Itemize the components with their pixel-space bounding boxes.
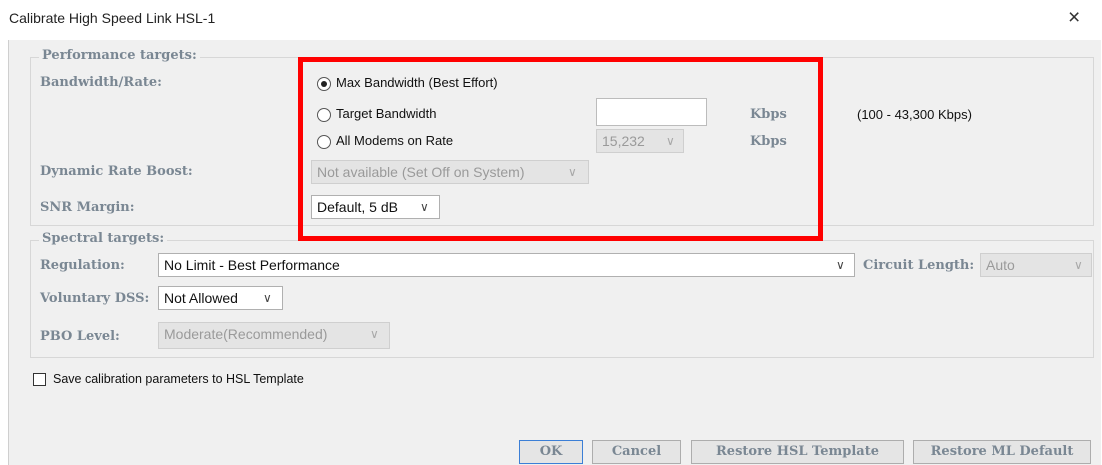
pbo-level-value: Moderate(Recommended) — [164, 326, 328, 342]
chevron-down-icon: ∨ — [420, 200, 429, 214]
ok-button[interactable]: OK — [519, 440, 583, 464]
target-bandwidth-radio[interactable] — [317, 108, 331, 122]
chevron-down-icon: ∨ — [263, 291, 272, 305]
title-bar: Calibrate High Speed Link HSL-1 × — [0, 0, 1102, 40]
pbo-level-select[interactable]: Moderate(Recommended) ∨ — [158, 322, 390, 349]
radio-selected-dot — [321, 81, 327, 87]
snr-margin-select[interactable]: Default, 5 dB ∨ — [311, 195, 440, 219]
bandwidth-rate-label: Bandwidth/Rate: — [40, 75, 162, 90]
chevron-down-icon: ∨ — [836, 258, 845, 272]
target-bandwidth-label[interactable]: Target Bandwidth — [336, 106, 436, 121]
all-modems-rate-select[interactable]: 15,232 ∨ — [596, 129, 684, 153]
chevron-down-icon: ∨ — [370, 327, 379, 341]
all-modems-radio[interactable] — [317, 135, 331, 149]
target-bandwidth-input[interactable] — [596, 98, 707, 126]
dynamic-rate-boost-label: Dynamic Rate Boost: — [40, 164, 193, 179]
pbo-level-label: PBO Level: — [40, 329, 120, 344]
restore-ml-default-button[interactable]: Restore ML Default — [913, 440, 1091, 464]
chevron-down-icon: ∨ — [1074, 258, 1083, 272]
regulation-select[interactable]: No Limit - Best Performance ∨ — [158, 253, 855, 277]
all-modems-unit: Kbps — [750, 134, 787, 149]
dynamic-rate-boost-select[interactable]: Not available (Set Off on System) ∨ — [311, 160, 589, 184]
cancel-button[interactable]: Cancel — [592, 440, 681, 464]
chevron-down-icon: ∨ — [568, 165, 577, 179]
target-bandwidth-range: (100 - 43,300 Kbps) — [857, 107, 972, 122]
performance-targets-group — [30, 57, 1094, 226]
restore-hsl-template-button[interactable]: Restore HSL Template — [691, 440, 904, 464]
spectral-targets-legend: Spectral targets: — [39, 231, 168, 246]
voluntary-dss-label: Voluntary DSS: — [40, 291, 150, 306]
all-modems-label[interactable]: All Modems on Rate — [336, 133, 453, 148]
close-icon[interactable]: × — [1068, 7, 1080, 29]
regulation-label: Regulation: — [40, 258, 125, 273]
circuit-length-value: Auto — [986, 257, 1015, 273]
max-bandwidth-radio[interactable] — [317, 77, 331, 91]
regulation-value: No Limit - Best Performance — [164, 257, 340, 273]
save-template-checkbox[interactable] — [33, 373, 46, 386]
chevron-down-icon: ∨ — [666, 134, 675, 148]
voluntary-dss-select[interactable]: Not Allowed ∨ — [158, 286, 283, 310]
window-title: Calibrate High Speed Link HSL-1 — [9, 10, 216, 26]
dynamic-rate-boost-value: Not available (Set Off on System) — [317, 164, 525, 180]
circuit-length-label: Circuit Length: — [863, 258, 975, 273]
target-bandwidth-unit: Kbps — [750, 107, 787, 122]
max-bandwidth-label[interactable]: Max Bandwidth (Best Effort) — [336, 75, 498, 90]
snr-margin-label: SNR Margin: — [40, 200, 135, 215]
all-modems-rate-value: 15,232 — [602, 133, 645, 149]
circuit-length-select[interactable]: Auto ∨ — [980, 253, 1092, 277]
performance-targets-legend: Performance targets: — [39, 48, 200, 63]
voluntary-dss-value: Not Allowed — [164, 290, 238, 306]
save-template-label[interactable]: Save calibration parameters to HSL Templ… — [53, 372, 304, 386]
snr-margin-value: Default, 5 dB — [317, 199, 398, 215]
